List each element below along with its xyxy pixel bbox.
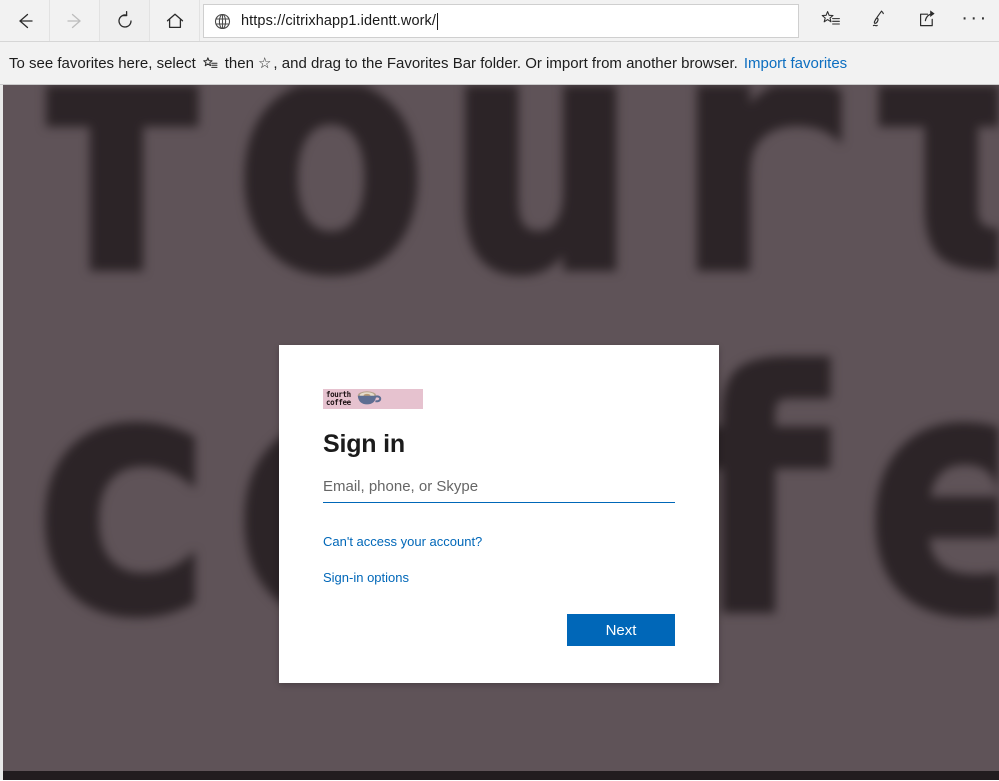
- notes-button[interactable]: [855, 0, 903, 42]
- browser-toolbar: https://citrixhapp1.identt.work/ ···: [0, 0, 999, 42]
- favorites-list-icon: [202, 55, 219, 72]
- refresh-icon: [114, 10, 136, 32]
- email-input[interactable]: [323, 478, 675, 503]
- url-text: https://citrixhapp1.identt.work/: [241, 13, 437, 29]
- share-icon: [916, 8, 938, 35]
- back-arrow-icon: [14, 10, 36, 32]
- coffee-cup-icon: [353, 389, 383, 411]
- card-actions: Next: [323, 614, 675, 646]
- toolbar-actions: ···: [807, 0, 999, 42]
- page-viewport: fourth coffee fourth coffee Sign in Can'…: [0, 85, 999, 780]
- favorites-star-list-icon: [820, 8, 842, 35]
- back-button[interactable]: [0, 0, 50, 42]
- ellipsis-icon: ···: [961, 7, 989, 29]
- signin-card: fourth coffee Sign in Can't access your …: [279, 345, 719, 683]
- forward-arrow-icon: [64, 10, 86, 32]
- favorites-bar: To see favorites here, select then ☆ , a…: [0, 42, 999, 85]
- next-button[interactable]: Next: [567, 614, 675, 646]
- brand-logo: fourth coffee: [323, 389, 423, 409]
- home-icon: [164, 10, 186, 32]
- background-wordmark-line1: fourth: [18, 85, 999, 346]
- page-title: Sign in: [323, 430, 405, 458]
- refresh-button[interactable]: [100, 0, 150, 42]
- favorites-hint-text-1: To see favorites here, select: [9, 54, 196, 72]
- forward-button[interactable]: [50, 0, 100, 42]
- background-bottom-strip: [3, 771, 999, 780]
- import-favorites-link[interactable]: Import favorites: [744, 55, 847, 72]
- favorites-hint-text-2: then: [224, 54, 254, 72]
- brand-logo-line2: coffee: [326, 398, 351, 407]
- share-button[interactable]: [903, 0, 951, 42]
- star-outline-icon: ☆: [257, 55, 272, 72]
- text-cursor: [437, 12, 439, 30]
- address-bar-container: https://citrixhapp1.identt.work/: [200, 0, 807, 42]
- pen-annotation-icon: [868, 8, 890, 35]
- favorites-hint-text-3: , and drag to the Favorites Bar folder. …: [273, 54, 738, 72]
- cant-access-account-link[interactable]: Can't access your account?: [323, 534, 675, 549]
- signin-options-link[interactable]: Sign-in options: [323, 570, 675, 585]
- address-bar[interactable]: https://citrixhapp1.identt.work/: [203, 4, 799, 38]
- brand-logo-wordmark: fourth coffee: [326, 391, 351, 407]
- browser-chrome: https://citrixhapp1.identt.work/ ··· To …: [0, 0, 999, 85]
- globe-icon: [214, 13, 231, 30]
- favorites-button[interactable]: [807, 0, 855, 42]
- more-settings-button[interactable]: ···: [951, 0, 999, 42]
- home-button[interactable]: [150, 0, 200, 42]
